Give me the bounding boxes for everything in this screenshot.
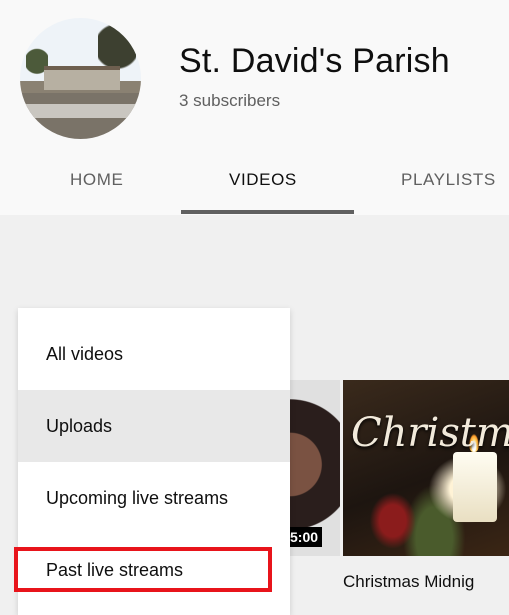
highlight-annotation-box	[14, 547, 272, 592]
thumbnail-text: Christmas	[351, 410, 509, 456]
menu-item-all-videos[interactable]: All videos	[18, 318, 290, 390]
tab-videos[interactable]: VIDEOS	[229, 170, 297, 190]
active-tab-indicator	[181, 210, 354, 214]
menu-item-uploads[interactable]: Uploads	[18, 390, 290, 462]
candle-shape	[453, 452, 497, 522]
channel-avatar[interactable]	[20, 18, 141, 139]
channel-title: St. David's Parish	[179, 42, 450, 80]
video-title[interactable]: Christmas Midnig	[343, 572, 474, 592]
tab-playlists[interactable]: PLAYLISTS	[401, 170, 496, 190]
menu-item-upcoming-live-streams[interactable]: Upcoming live streams	[18, 462, 290, 534]
avatar-road-shape	[20, 104, 141, 118]
video-duration-badge: 5:00	[286, 527, 323, 547]
video-thumbnail[interactable]: Christmas	[343, 380, 509, 556]
subscriber-count: 3 subscribers	[179, 91, 281, 110]
avatar-church-shape	[44, 66, 120, 90]
tab-home[interactable]: HOME	[70, 170, 123, 190]
channel-header: St. David's Parish 3 subscribers HOME VI…	[0, 0, 509, 215]
